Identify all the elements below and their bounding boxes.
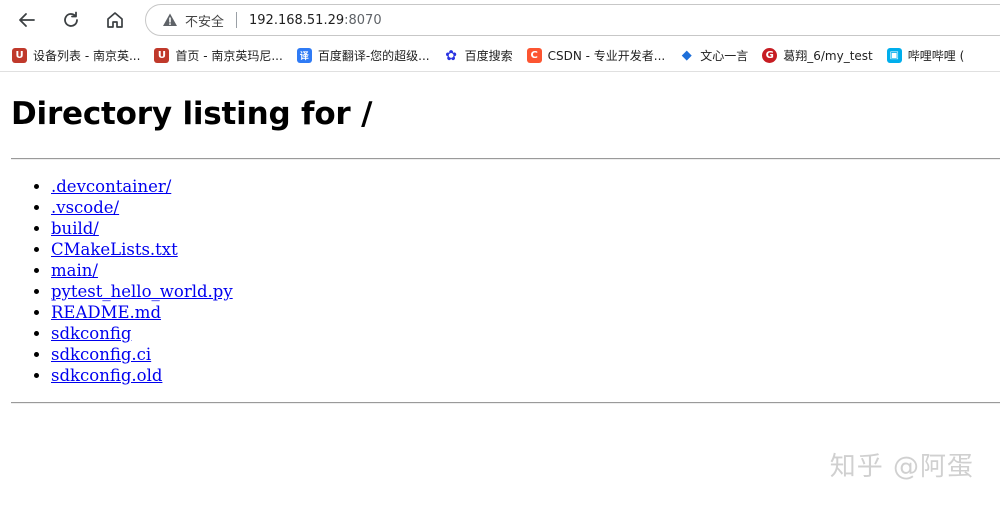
list-item: .vscode/ <box>51 197 233 218</box>
home-button[interactable] <box>100 5 130 35</box>
security-status-label[interactable]: 不安全 <box>185 11 224 30</box>
bookmark-u-icon: U <box>12 48 27 63</box>
bookmarks-bar: U 设备列表 - 南京英... U 首页 - 南京英玛尼... 译百度翻译-您的超级… <box>0 40 1000 72</box>
home-icon <box>107 12 123 28</box>
bookmark-u-icon: U <box>154 48 170 63</box>
baidu-paw-icon: ✿ <box>445 47 457 64</box>
list-item: CMakeLists.txt <box>51 239 233 260</box>
file-link[interactable]: .vscode/ <box>51 198 119 217</box>
address-bar[interactable]: 不安全 192.168.51.29:8070 <box>145 4 1000 36</box>
list-item: sdkconfig <box>51 323 233 344</box>
back-button[interactable] <box>12 5 42 35</box>
translate-icon: 译 <box>296 48 312 63</box>
list-item: .devcontainer/ <box>51 176 233 197</box>
bilibili-icon: ▣ <box>886 48 902 63</box>
bookmark-item[interactable]: U 设备列表 - 南京英... <box>10 43 146 69</box>
page-content: Directory listing for / .devcontainer/ .… <box>0 73 1000 509</box>
bookmark-item[interactable]: C CSDN - 专业开发者... <box>525 43 672 69</box>
bookmark-item[interactable]: ◆ 文心一言 <box>677 43 754 69</box>
page-title: Directory listing for / <box>11 96 373 132</box>
divider <box>11 158 1000 160</box>
url-port[interactable]: :8070 <box>344 13 381 28</box>
file-link[interactable]: main/ <box>51 261 98 280</box>
file-link[interactable]: build/ <box>51 219 99 238</box>
bookmark-item[interactable]: G 葛翔_6/my_test <box>760 43 879 69</box>
bookmark-item[interactable]: ✿ 百度搜索 <box>442 43 519 69</box>
csdn-icon: C <box>526 48 542 63</box>
file-link[interactable]: .devcontainer/ <box>51 177 171 196</box>
file-link[interactable]: pytest_hello_world.py <box>51 282 233 301</box>
file-link[interactable]: CMakeLists.txt <box>51 240 178 259</box>
list-item: pytest_hello_world.py <box>51 281 233 302</box>
address-divider <box>236 12 238 28</box>
reload-button[interactable] <box>56 5 86 35</box>
watermark: 知乎 @阿蛋 <box>829 452 974 482</box>
bookmark-item[interactable]: ▣ 哔哩哔哩 ( <box>885 43 971 69</box>
warning-triangle-icon[interactable] <box>162 12 178 28</box>
wenxin-icon: ◆ <box>681 48 692 63</box>
list-item: build/ <box>51 218 233 239</box>
file-link[interactable]: sdkconfig.ci <box>51 345 151 364</box>
list-item: main/ <box>51 260 233 281</box>
list-item: README.md <box>51 302 233 323</box>
back-arrow-icon <box>19 13 35 27</box>
list-item: sdkconfig.ci <box>51 344 233 365</box>
url-host[interactable]: 192.168.51.29 <box>249 13 344 28</box>
file-link[interactable]: sdkconfig <box>51 324 131 343</box>
list-item: sdkconfig.old <box>51 365 233 386</box>
reload-icon <box>64 11 78 27</box>
directory-listing: .devcontainer/ .vscode/ build/ CMakeList… <box>31 176 233 386</box>
bookmark-item[interactable]: 译百度翻译-您的超级... <box>295 43 436 69</box>
divider <box>11 402 1000 404</box>
gitee-icon: G <box>762 48 778 63</box>
file-link[interactable]: sdkconfig.old <box>51 366 162 385</box>
bookmark-item[interactable]: U 首页 - 南京英玛尼... <box>152 43 288 69</box>
browser-toolbar: 不安全 192.168.51.29:8070 <box>0 0 1000 40</box>
file-link[interactable]: README.md <box>51 303 161 322</box>
